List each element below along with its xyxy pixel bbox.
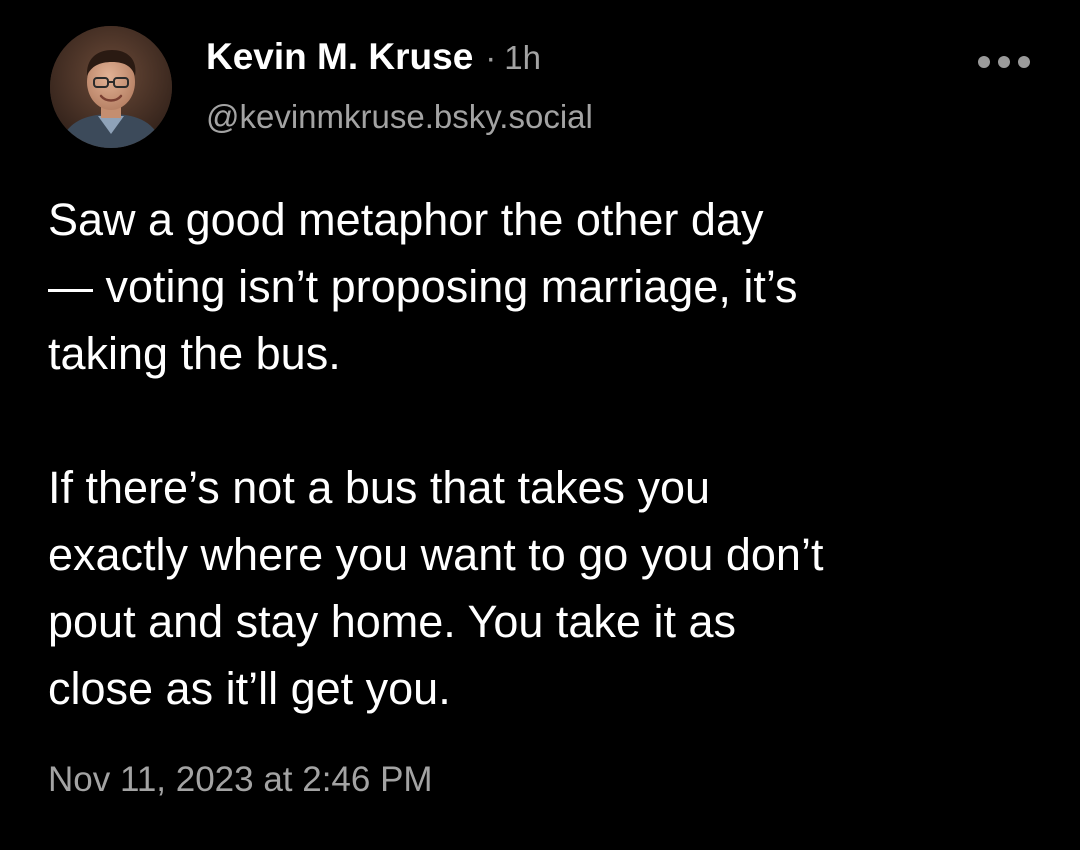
post-text-line: taking the bus. <box>48 328 341 379</box>
post-text-line: If there’s not a bus that takes you <box>48 462 711 513</box>
relative-time[interactable]: 1h <box>504 39 541 77</box>
post-text-line: close as it’ll get you. <box>48 663 451 714</box>
post-detail: Kevin M. Kruse · 1h @kevinmkruse.bsky.so… <box>0 0 1080 850</box>
meta-separator: · <box>485 39 497 76</box>
more-options-icon <box>978 56 990 68</box>
author-display-name[interactable]: Kevin M. Kruse <box>206 36 473 78</box>
author-line: Kevin M. Kruse · 1h <box>206 36 541 84</box>
more-options-icon <box>998 56 1010 68</box>
avatar-photo <box>50 26 172 148</box>
post-timestamp: Nov 11, 2023 at 2:46 PM <box>48 760 433 799</box>
more-options-button[interactable] <box>978 46 1030 78</box>
post-text: Saw a good metaphor the other day — voti… <box>48 186 1048 722</box>
more-options-icon <box>1018 56 1030 68</box>
post-text-line: exactly where you want to go you don’t <box>48 529 824 580</box>
author-handle[interactable]: @kevinmkruse.bsky.social <box>206 98 593 136</box>
post-text-line: — voting isn’t proposing marriage, it’s <box>48 261 798 312</box>
post-paragraph: If there’s not a bus that takes you exac… <box>48 454 1048 722</box>
post-paragraph: Saw a good metaphor the other day — voti… <box>48 186 1048 387</box>
post-text-line: Saw a good metaphor the other day <box>48 194 764 245</box>
post-text-line: pout and stay home. You take it as <box>48 596 736 647</box>
avatar[interactable] <box>50 26 172 148</box>
